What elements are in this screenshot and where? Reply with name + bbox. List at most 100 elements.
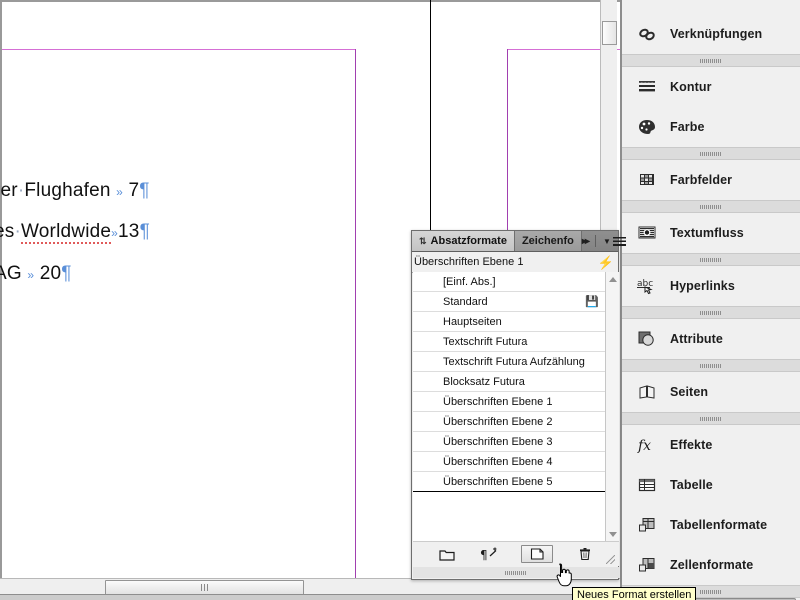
doc-line-3-tab-marker: »	[27, 268, 35, 282]
style-list[interactable]: [Einf. Abs.] Standard 💾 Hauptseiten Text…	[413, 272, 619, 542]
scroll-up-arrow-icon[interactable]	[609, 277, 617, 282]
clear-overrides-icon[interactable]: ⚡	[598, 256, 614, 269]
dock-group-grip[interactable]	[622, 307, 800, 319]
doc-line-2-word: Worldwide	[21, 221, 112, 244]
list-item[interactable]: Überschriften Ebene 2	[413, 412, 605, 432]
hamburger-icon	[612, 236, 626, 246]
dock-group-grip[interactable]	[622, 254, 800, 266]
style-rows-container: [Einf. Abs.] Standard 💾 Hauptseiten Text…	[413, 272, 605, 492]
style-name: Hauptseiten	[443, 315, 502, 328]
dock-group-grip[interactable]	[622, 148, 800, 160]
doc-line-1-word: Flughafen	[24, 180, 111, 201]
dock-item-seiten[interactable]: Seiten	[622, 372, 800, 412]
doc-line-1[interactable]: rer·Flughafen » 7¶	[0, 180, 150, 202]
panel-footer-toolbar[interactable]: ¶	[413, 541, 619, 566]
dock-group-pages: Seiten	[622, 360, 800, 413]
current-style-name: Überschriften Ebene 1	[414, 256, 524, 268]
dock-group-hyperlinks: abc Hyperlinks	[622, 254, 800, 307]
dock-item-kontur[interactable]: Kontur	[622, 67, 800, 107]
dock-item-label: Verknüpfungen	[670, 27, 763, 41]
new-style-button[interactable]	[521, 545, 553, 563]
doc-line-2-tab-marker: »	[111, 226, 119, 240]
list-item[interactable]: [Einf. Abs.]	[413, 272, 605, 292]
list-item[interactable]: Standard 💾	[413, 292, 605, 312]
panel-menu-button[interactable]: ▼	[603, 236, 626, 246]
document-horizontal-scrollbar-thumb[interactable]	[105, 580, 304, 595]
dock-group-grip[interactable]	[622, 201, 800, 213]
expand-chevrons-icon[interactable]: ▸▸	[582, 236, 590, 247]
dock-item-farbe[interactable]: Farbe	[622, 107, 800, 147]
dock-item-label: Tabellenformate	[670, 518, 768, 532]
list-item[interactable]: Überschriften Ebene 5	[413, 472, 605, 492]
style-name: Überschriften Ebene 3	[443, 435, 553, 448]
style-name: Textschrift Futura Aufzählung	[443, 355, 585, 368]
dock-group-grip[interactable]	[622, 55, 800, 67]
doc-line-1-text: rer	[0, 180, 18, 201]
grip-dots-icon	[700, 589, 722, 594]
list-item[interactable]: Blocksatz Futura	[413, 372, 605, 392]
dock-group-swatches: Farbfelder	[622, 148, 800, 201]
hyperlinks-icon: abc	[636, 275, 658, 297]
dock-item-zellenformate[interactable]: Zellenformate	[622, 545, 800, 585]
panel-tab-bar-controls[interactable]: ▸▸ ▼	[582, 231, 631, 251]
doc-line-3-text: AG	[0, 263, 22, 284]
margin-guide-right-left-page	[355, 49, 356, 578]
paragraph-styles-panel[interactable]: ⇅ Absatzformate Zeichenfo ▸▸ ▼ Überschri…	[411, 230, 626, 580]
grip-dots-icon	[700, 416, 722, 421]
style-list-scrollbar[interactable]	[605, 272, 619, 541]
dock-item-textumfluss[interactable]: Textumfluss	[622, 213, 800, 253]
panel-resize-grip[interactable]	[606, 555, 615, 564]
attributes-icon	[636, 328, 658, 350]
dock-item-label: Zellenformate	[670, 558, 754, 572]
delete-style-button[interactable]	[575, 546, 595, 562]
doc-line-3-pilcrow: ¶	[61, 263, 72, 284]
dock-item-effekte[interactable]: fx Effekte	[622, 425, 800, 465]
dock-group-grip[interactable]	[622, 413, 800, 425]
dock-item-tabelle[interactable]: Tabelle	[622, 465, 800, 505]
panel-tab-bar[interactable]: ⇅ Absatzformate Zeichenfo ▸▸ ▼	[412, 231, 626, 252]
document-horizontal-scrollbar[interactable]	[0, 578, 620, 595]
list-item[interactable]: Textschrift Futura	[413, 332, 605, 352]
color-icon	[636, 116, 658, 138]
dock-item-label: Hyperlinks	[670, 279, 735, 293]
current-style-row[interactable]: Überschriften Ebene 1 ⚡	[412, 252, 618, 273]
svg-text:¶: ¶	[480, 548, 488, 561]
dock-group-attributes: Attribute	[622, 307, 800, 360]
clear-overrides-button[interactable]: ¶	[479, 546, 499, 562]
disk-save-icon: 💾	[585, 296, 599, 308]
doc-line-2-text: es	[0, 221, 15, 242]
document-vertical-scrollbar-thumb[interactable]	[602, 21, 617, 45]
dock-group-grip[interactable]	[622, 360, 800, 372]
tab-absatzformate[interactable]: ⇅ Absatzformate	[412, 231, 515, 251]
table-icon	[636, 474, 658, 496]
table-styles-icon	[636, 514, 658, 536]
list-item[interactable]: Textschrift Futura Aufzählung	[413, 352, 605, 372]
style-name: Überschriften Ebene 2	[443, 415, 553, 428]
panel-dock[interactable]: Ebenen Verknüpfungen	[620, 0, 800, 600]
doc-line-1-pilcrow: ¶	[139, 180, 150, 201]
dock-item-farbfelder[interactable]: Farbfelder	[622, 160, 800, 200]
dock-item-hyperlinks[interactable]: abc Hyperlinks	[622, 266, 800, 306]
dock-item-ebenen-clipped[interactable]: Ebenen	[622, 0, 800, 14]
dock-item-verknuepfungen[interactable]: Verknüpfungen	[622, 14, 800, 54]
dock-item-label: Attribute	[670, 332, 723, 346]
doc-line-2-number: 13	[118, 221, 140, 242]
scroll-down-arrow-icon[interactable]	[609, 532, 617, 537]
style-name: Textschrift Futura	[443, 335, 528, 348]
stroke-icon	[636, 76, 658, 98]
doc-line-3[interactable]: AG » 20¶	[0, 263, 72, 285]
dock-item-attribute[interactable]: Attribute	[622, 319, 800, 359]
margin-guide-top-left	[2, 49, 356, 50]
panel-bottom-grip[interactable]	[413, 567, 619, 578]
list-item[interactable]: Hauptseiten	[413, 312, 605, 332]
list-item[interactable]: Überschriften Ebene 4	[413, 452, 605, 472]
dock-item-tabellenformate[interactable]: Tabellenformate	[622, 505, 800, 545]
tab-label: Absatzformate	[430, 235, 507, 247]
doc-line-2[interactable]: es·Worldwide»13¶	[0, 221, 150, 244]
list-item[interactable]: Überschriften Ebene 3	[413, 432, 605, 452]
grip-dots-icon	[700, 363, 722, 368]
list-item[interactable]: Überschriften Ebene 1	[413, 392, 605, 412]
tab-zeichenformate[interactable]: Zeichenfo	[514, 231, 582, 251]
new-style-group-button[interactable]	[437, 546, 457, 562]
tab-drag-handle-icon: ⇅	[419, 235, 427, 246]
